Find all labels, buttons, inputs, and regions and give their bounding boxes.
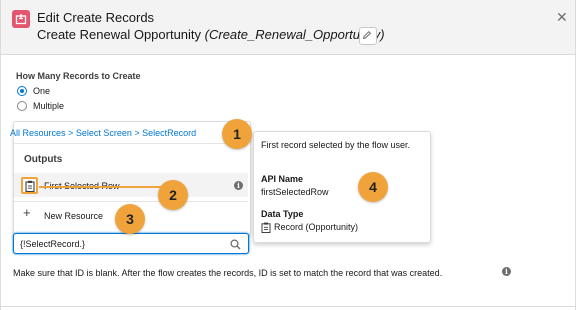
create-records-icon: [12, 10, 30, 28]
pencil-icon: [362, 30, 372, 40]
edit-create-records-modal: Edit Create Records Create Renewal Oppor…: [0, 0, 576, 310]
modal-title: Edit Create Records: [37, 10, 155, 25]
breadcrumb-all-resources[interactable]: All Resources: [10, 128, 66, 138]
record-count-label: How Many Records to Create: [16, 71, 141, 81]
info-icon[interactable]: i: [502, 267, 511, 276]
radio-button[interactable]: [17, 101, 27, 111]
radio-option-one[interactable]: One: [17, 84, 50, 98]
callout-2: 2: [158, 180, 188, 210]
divider: [14, 143, 248, 144]
divider: [14, 201, 248, 202]
element-name: Create Renewal Opportunity (Create_Renew…: [37, 27, 385, 42]
outputs-heading: Outputs: [24, 154, 63, 165]
radio-option-multiple[interactable]: Multiple: [17, 99, 64, 113]
help-text: Make sure that ID is blank. After the fl…: [13, 268, 443, 278]
breadcrumb-select-record[interactable]: SelectRecord: [142, 128, 196, 138]
info-icon[interactable]: i: [234, 181, 243, 190]
breadcrumb-separator: >: [68, 128, 74, 138]
api-name-label: API Name: [261, 174, 304, 184]
close-icon[interactable]: ✕: [556, 9, 568, 26]
resource-search-input[interactable]: [20, 237, 220, 250]
resource-search-input-wrapper[interactable]: [13, 233, 249, 254]
data-type-value: Record (Opportunity): [274, 222, 359, 232]
breadcrumb-separator: >: [134, 128, 140, 138]
callout-connector-line: [39, 186, 162, 188]
record-icon: [21, 177, 38, 194]
callout-3: 3: [115, 204, 145, 234]
frame-border: [0, 0, 1, 310]
breadcrumb: All Resources > Select Screen > SelectRe…: [10, 128, 196, 138]
callout-1: 1: [222, 119, 252, 149]
api-name-value: firstSelectedRow: [261, 187, 329, 197]
record-icon: [261, 222, 271, 233]
element-api-name: (Create_Renewal_Opportunity): [204, 27, 385, 42]
frame-border: [0, 306, 576, 307]
resource-description: First record selected by the flow user.: [261, 140, 411, 150]
data-type-label: Data Type: [261, 209, 304, 219]
search-icon[interactable]: [230, 239, 241, 250]
radio-label-multiple: Multiple: [33, 101, 65, 111]
callout-4: 4: [358, 172, 388, 202]
plus-icon[interactable]: +: [23, 205, 31, 220]
element-label: Create Renewal Opportunity: [37, 27, 202, 42]
radio-button-selected[interactable]: [17, 86, 27, 96]
edit-element-button[interactable]: [359, 27, 377, 45]
radio-label-one: One: [33, 86, 51, 96]
new-resource-link[interactable]: New Resource: [44, 211, 103, 221]
breadcrumb-select-screen[interactable]: Select Screen: [76, 128, 132, 138]
